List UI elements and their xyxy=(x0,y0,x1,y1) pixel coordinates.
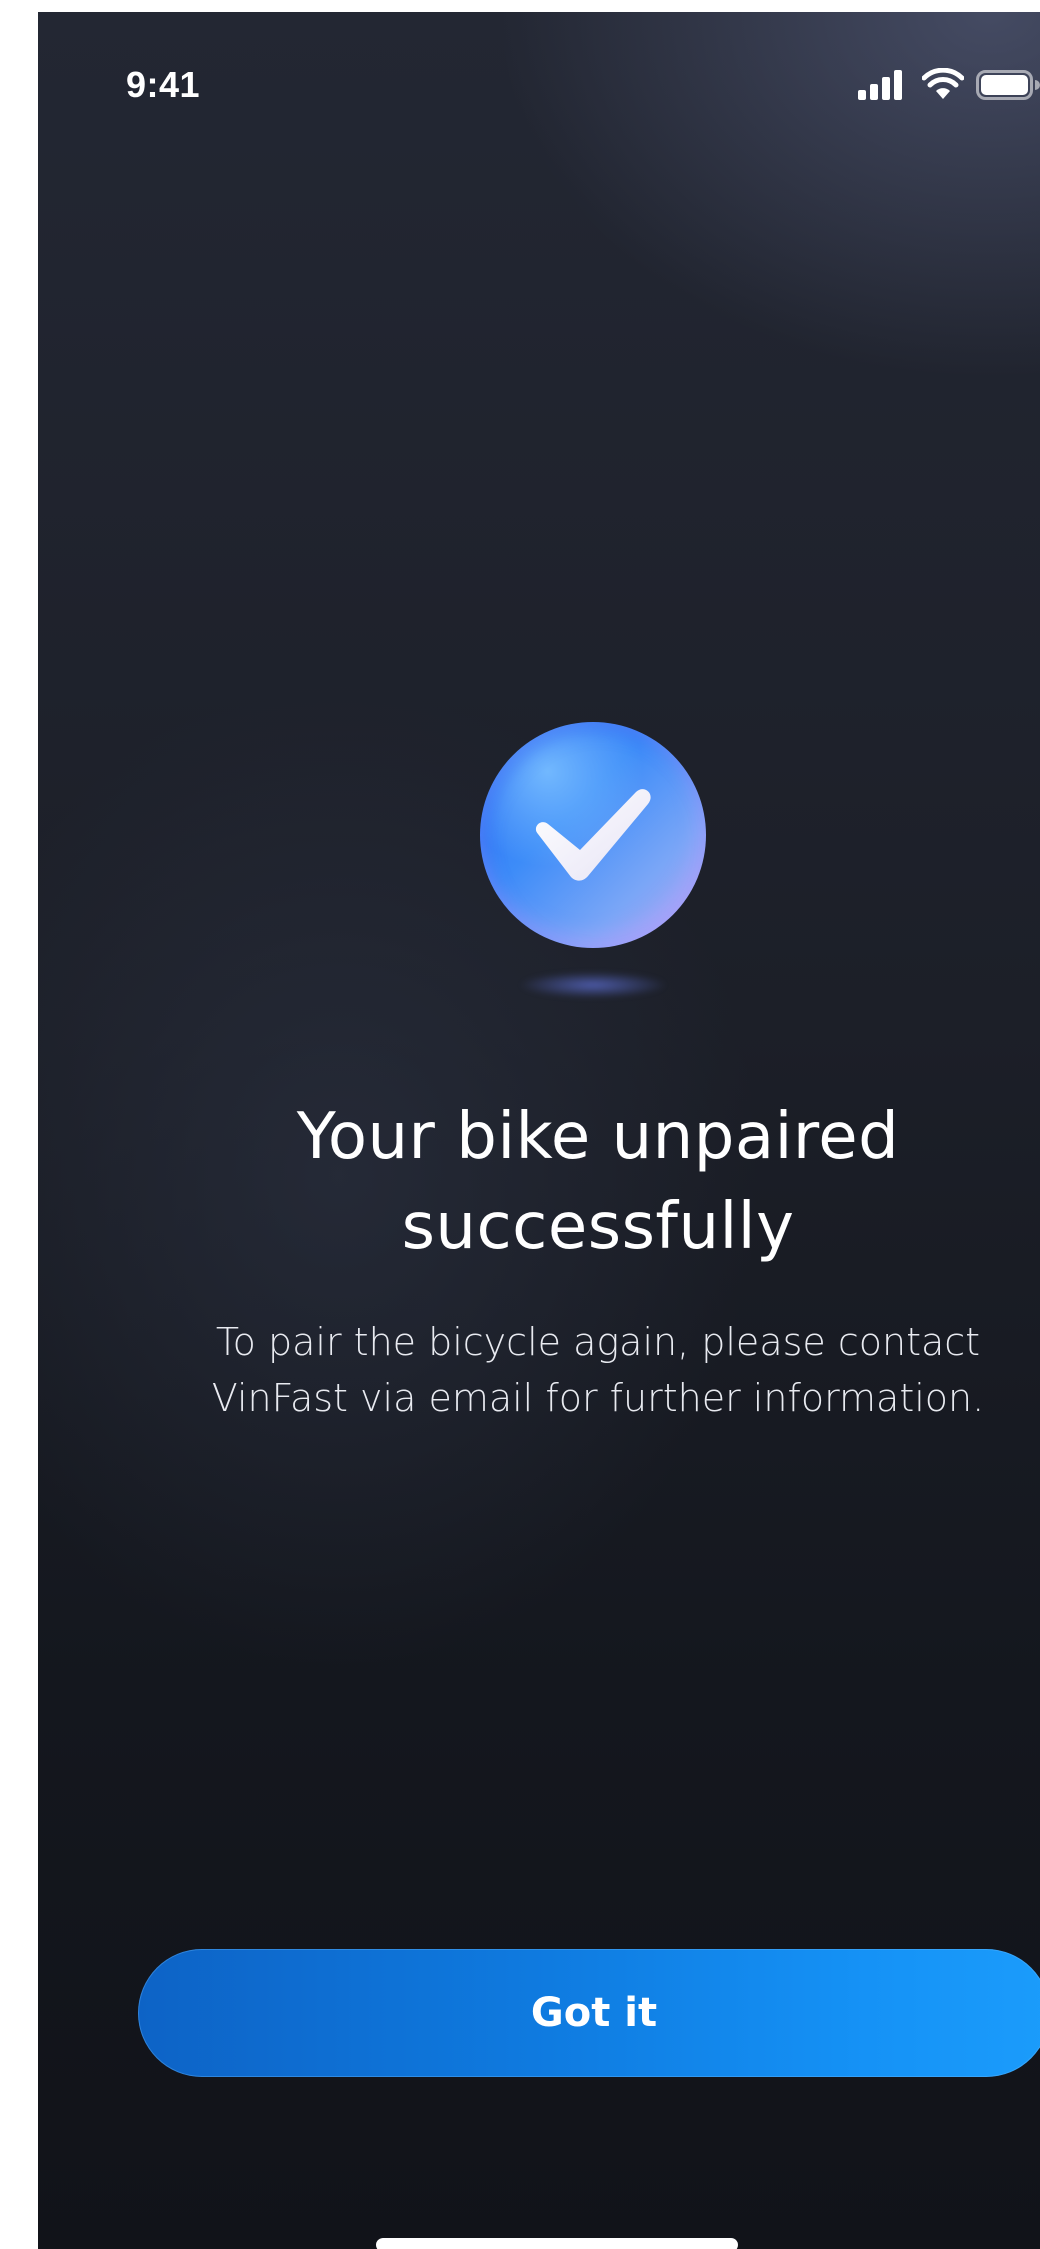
home-indicator[interactable] xyxy=(376,2238,738,2249)
status-bar-icons xyxy=(858,68,1040,104)
success-illustration xyxy=(480,722,706,1012)
success-description: To pair the bicycle again, please contac… xyxy=(211,1320,985,1420)
got-it-button-label: Got it xyxy=(530,1990,658,2036)
battery-icon xyxy=(976,70,1040,100)
app-screen: 9:41 Your bike unpaired successfully To … xyxy=(38,12,1040,2249)
success-glow xyxy=(520,972,666,998)
status-bar-time: 9:41 xyxy=(126,64,201,105)
got-it-button[interactable]: Got it xyxy=(138,1949,1040,2077)
wifi-icon xyxy=(922,68,964,99)
signal-icon xyxy=(858,70,902,100)
success-title: Your bike unpaired successfully xyxy=(296,1100,900,1264)
check-circle-icon xyxy=(480,722,706,948)
checkmark-icon xyxy=(535,789,651,881)
